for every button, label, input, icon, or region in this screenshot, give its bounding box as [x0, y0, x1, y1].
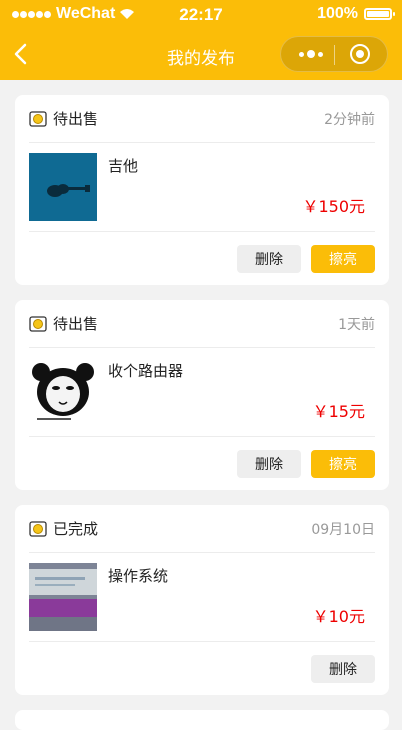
- delete-button[interactable]: 删除: [237, 449, 301, 478]
- card-header: 已完成 09月10日: [29, 505, 375, 553]
- card-actions: 删除: [29, 642, 375, 695]
- card-header: 待出售 2分钟前: [29, 95, 375, 143]
- delete-button[interactable]: 删除: [237, 244, 301, 273]
- post-card-partial[interactable]: [15, 710, 389, 730]
- price: ￥150元: [302, 197, 365, 216]
- battery-icon: [364, 8, 395, 20]
- tag-icon: [29, 315, 47, 332]
- card-actions: 删除 擦亮: [29, 232, 375, 285]
- polish-button[interactable]: 擦亮: [311, 244, 375, 273]
- post-list: 待出售 2分钟前 吉他 ￥150元 删除 擦亮 待出售 1天前 收个路由器 ￥1…: [15, 95, 389, 730]
- post-title: 操作系统: [108, 567, 169, 585]
- post-card[interactable]: 待出售 2分钟前 吉他 ￥150元 删除 擦亮: [15, 95, 389, 285]
- guitar-image[interactable]: [29, 153, 97, 221]
- book-cover-image[interactable]: [29, 563, 97, 631]
- panda-meme-image[interactable]: [29, 358, 97, 426]
- battery-percent: 100%: [317, 5, 358, 22]
- mini-program-capsule: [280, 36, 388, 72]
- card-actions: 删除 擦亮: [29, 437, 375, 490]
- status-label: 待出售: [53, 315, 99, 333]
- post-card[interactable]: 待出售 1天前 收个路由器 ￥15元 删除 擦亮: [15, 300, 389, 490]
- post-card[interactable]: 已完成 09月10日 操作系统 ￥10元 删除: [15, 505, 389, 695]
- post-title: 吉他: [108, 157, 139, 175]
- post-time: 1天前: [338, 316, 375, 333]
- card-body[interactable]: 操作系统 ￥10元: [29, 553, 375, 642]
- status-label: 已完成: [53, 520, 99, 538]
- price: ￥10元: [312, 607, 365, 626]
- card-body[interactable]: 吉他 ￥150元: [29, 143, 375, 232]
- tag-icon: [29, 520, 47, 537]
- post-time: 2分钟前: [324, 111, 375, 128]
- tag-icon: [29, 110, 47, 127]
- status-label: 待出售: [53, 110, 99, 128]
- nav-bar: 我的发布: [0, 30, 402, 80]
- card-header: 待出售 1天前: [29, 300, 375, 348]
- target-icon[interactable]: [350, 44, 370, 64]
- polish-button[interactable]: 擦亮: [311, 449, 375, 478]
- more-dots-icon[interactable]: [299, 47, 327, 61]
- post-title: 收个路由器: [108, 362, 184, 380]
- card-body[interactable]: 收个路由器 ￥15元: [29, 348, 375, 437]
- status-bar: WeChat 22:17 100%: [0, 0, 402, 30]
- price: ￥15元: [312, 402, 365, 421]
- capsule-divider: [334, 45, 335, 65]
- delete-button[interactable]: 删除: [311, 654, 375, 683]
- post-time: 09月10日: [311, 521, 375, 538]
